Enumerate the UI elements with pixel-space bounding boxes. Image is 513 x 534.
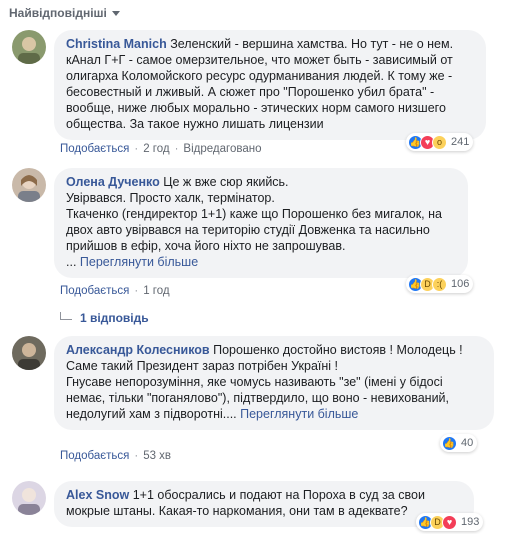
- reply-arrow-icon: [60, 312, 72, 320]
- comment-actions: Подобається · 2 год · Відредаговано: [60, 143, 262, 155]
- reaction-count: 241: [451, 136, 470, 148]
- reactions-summary[interactable]: 👍 40: [440, 434, 478, 452]
- comment-author[interactable]: Олена Дученко: [66, 175, 160, 189]
- reaction-count: 193: [461, 516, 480, 528]
- comment-bubble: Олена Дученко Це ж вже сюр якийсь. Увірв…: [54, 168, 468, 278]
- comment-bubble: Александр Колесников Порошенко достойно …: [54, 336, 494, 430]
- see-more-link[interactable]: Переглянути більше: [80, 255, 198, 269]
- reaction-count: 106: [451, 278, 470, 290]
- avatar[interactable]: [12, 30, 46, 64]
- reactions-summary[interactable]: 👍 ♥ o 241: [406, 133, 474, 151]
- chevron-down-icon: [111, 11, 120, 16]
- see-more-link[interactable]: Переглянути більше: [240, 407, 358, 421]
- reactions-summary[interactable]: 👍 D :( 106: [406, 275, 474, 293]
- replies-label: 1 відповідь: [80, 311, 149, 325]
- reaction-count: 40: [461, 437, 474, 449]
- comment-author[interactable]: Alex Snow: [66, 488, 129, 502]
- sort-dropdown[interactable]: Найвідповідніші: [9, 6, 120, 20]
- like-button[interactable]: Подобається: [60, 285, 129, 297]
- comment-bubble: Christina Manich Зеленский - вершина хам…: [54, 30, 486, 140]
- avatar[interactable]: [12, 168, 46, 202]
- comment-text: Зеленский - вершина хамства. Но тут - не…: [66, 37, 457, 131]
- comment-author[interactable]: Александр Колесников: [66, 343, 210, 357]
- comment-time[interactable]: 1 год: [143, 285, 169, 297]
- comment-author[interactable]: Christina Manich: [66, 37, 167, 51]
- comment-actions: Подобається · 53 хв: [60, 450, 172, 462]
- view-replies-link[interactable]: 1 відповідь: [60, 311, 149, 325]
- like-button[interactable]: Подобається: [60, 450, 129, 462]
- like-reaction-icon: 👍: [442, 435, 457, 451]
- comment-time[interactable]: 53 хв: [143, 450, 171, 462]
- wow-reaction-icon: o: [432, 134, 447, 150]
- comment-actions: Подобається · 1 год: [60, 285, 170, 297]
- edited-label[interactable]: Відредаговано: [183, 143, 261, 155]
- like-button[interactable]: Подобається: [60, 143, 129, 155]
- comment-time[interactable]: 2 год: [143, 143, 169, 155]
- avatar[interactable]: [12, 336, 46, 370]
- love-reaction-icon: ♥: [442, 514, 457, 530]
- avatar[interactable]: [12, 481, 46, 515]
- sort-label: Найвідповідніші: [9, 6, 107, 20]
- comment-bubble: Alex Snow 1+1 обосрались и подают на Пор…: [54, 481, 474, 527]
- reactions-summary[interactable]: 👍 D ♥ 193: [416, 513, 484, 531]
- sad-reaction-icon: :(: [432, 276, 447, 292]
